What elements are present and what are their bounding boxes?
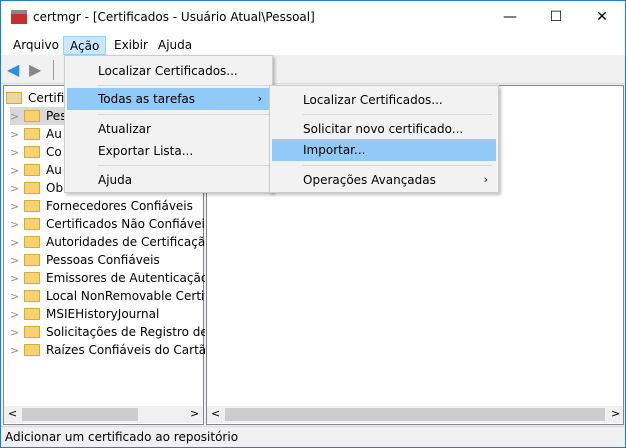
- chevron-right-icon: ›: [257, 92, 262, 105]
- tree-item[interactable]: >Emissores de Autenticação de: [10, 269, 205, 287]
- menu-item-ajuda[interactable]: Ajuda: [67, 169, 270, 191]
- tree-item[interactable]: > Certificados Não Confiáveis: [10, 215, 205, 233]
- chevron-right-icon[interactable]: >: [10, 216, 24, 233]
- menu-acao[interactable]: Ação: [63, 36, 107, 55]
- chevron-right-icon[interactable]: >: [10, 198, 24, 215]
- submenu-item-localizar[interactable]: Localizar Certificados...: [272, 89, 496, 111]
- chevron-right-icon[interactable]: >: [10, 234, 24, 251]
- scroll-left-icon[interactable]: <: [211, 407, 220, 420]
- folder-icon: [24, 146, 40, 158]
- maximize-button[interactable]: ☐: [533, 1, 579, 34]
- tree-item[interactable]: > Pessoas Confiáveis: [10, 251, 205, 269]
- scrollbar-thumb[interactable]: [225, 408, 605, 421]
- scroll-right-icon[interactable]: >: [611, 407, 620, 420]
- back-arrow-icon[interactable]: ◀: [7, 60, 19, 79]
- folder-icon: [24, 164, 40, 176]
- menu-arquivo[interactable]: Arquivo: [7, 36, 65, 55]
- chevron-right-icon[interactable]: >: [10, 126, 24, 143]
- close-button[interactable]: ✕: [579, 1, 625, 34]
- folder-icon: [24, 254, 40, 266]
- chevron-right-icon[interactable]: >: [10, 108, 24, 125]
- detail-horizontal-scrollbar[interactable]: < >: [207, 406, 623, 423]
- status-bar: Adicionar um certificado ao repositório: [1, 426, 625, 447]
- title-bar: certmgr - [Certificados - Usuário Atual\…: [1, 1, 625, 34]
- submenu-item-importar[interactable]: Importar...: [272, 139, 496, 161]
- tree-item[interactable]: >Raízes Confiáveis do Cartão In: [10, 341, 205, 359]
- chevron-right-icon[interactable]: >: [10, 144, 24, 161]
- tree-item[interactable]: > MSIEHistoryJournal: [10, 305, 205, 323]
- submenu-item-solicitar[interactable]: Solicitar novo certificado...: [272, 118, 496, 140]
- chevron-right-icon[interactable]: >: [10, 162, 24, 179]
- folder-icon: [24, 128, 40, 140]
- menu-ajuda[interactable]: Ajuda: [152, 36, 198, 55]
- tree-item[interactable]: > Local NonRemovable Certific: [10, 287, 205, 305]
- minimize-button[interactable]: —: [487, 1, 533, 34]
- menu-separator: [97, 165, 269, 166]
- all-tasks-submenu: Localizar Certificados... Solicitar novo…: [269, 85, 499, 193]
- menu-item-exportar[interactable]: Exportar Lista...: [67, 140, 270, 162]
- folder-icon: [24, 110, 40, 122]
- certmgr-window: certmgr - [Certificados - Usuário Atual\…: [0, 0, 626, 448]
- certmgr-app-icon: [11, 10, 27, 24]
- action-menu: Localizar Certificados... Todas as taref…: [64, 55, 273, 193]
- menu-separator: [97, 85, 269, 86]
- menu-item-atualizar[interactable]: Atualizar: [67, 118, 270, 140]
- chevron-right-icon[interactable]: >: [10, 324, 24, 341]
- folder-icon: [24, 218, 40, 230]
- folder-icon: [24, 182, 40, 194]
- menu-bar: Arquivo Ação Exibir Ajuda: [1, 34, 625, 55]
- folder-icon: [24, 308, 40, 320]
- chevron-right-icon[interactable]: >: [10, 306, 24, 323]
- folder-icon: [24, 344, 40, 356]
- chevron-right-icon[interactable]: >: [10, 270, 24, 287]
- window-title: certmgr - [Certificados - Usuário Atual\…: [33, 10, 315, 24]
- menu-exibir[interactable]: Exibir: [108, 36, 154, 55]
- folder-icon: [24, 290, 40, 302]
- menu-separator: [302, 165, 492, 166]
- scroll-left-icon[interactable]: <: [8, 407, 17, 420]
- folder-icon: [24, 236, 40, 248]
- tree-item[interactable]: >Autoridades de Certificação R: [10, 233, 205, 251]
- chevron-right-icon: ›: [483, 173, 488, 186]
- tree-root[interactable]: Certific: [6, 89, 71, 107]
- submenu-item-operacoes[interactable]: Operações Avançadas ›: [272, 169, 496, 191]
- forward-arrow-icon[interactable]: ▶: [29, 60, 41, 79]
- menu-separator: [302, 114, 492, 115]
- folder-icon: [24, 326, 40, 338]
- scroll-right-icon[interactable]: >: [190, 407, 199, 420]
- chevron-right-icon[interactable]: >: [10, 288, 24, 305]
- toolbar-separator: [53, 60, 54, 80]
- certificate-store-icon: [6, 92, 22, 104]
- chevron-right-icon[interactable]: >: [10, 342, 24, 359]
- tree-item[interactable]: >Solicitações de Registro de Ce: [10, 323, 205, 341]
- tree-horizontal-scrollbar[interactable]: < >: [4, 406, 203, 423]
- menu-separator: [97, 114, 269, 115]
- menu-item-todas-tarefas[interactable]: Todas as tarefas ›: [67, 88, 270, 110]
- menu-item-localizar[interactable]: Localizar Certificados...: [67, 60, 270, 82]
- folder-icon: [24, 200, 40, 212]
- chevron-right-icon[interactable]: >: [10, 180, 24, 197]
- scrollbar-thumb[interactable]: [22, 408, 138, 421]
- folder-icon: [24, 272, 40, 284]
- tree-item[interactable]: > Fornecedores Confiáveis: [10, 197, 205, 215]
- chevron-right-icon[interactable]: >: [10, 252, 24, 269]
